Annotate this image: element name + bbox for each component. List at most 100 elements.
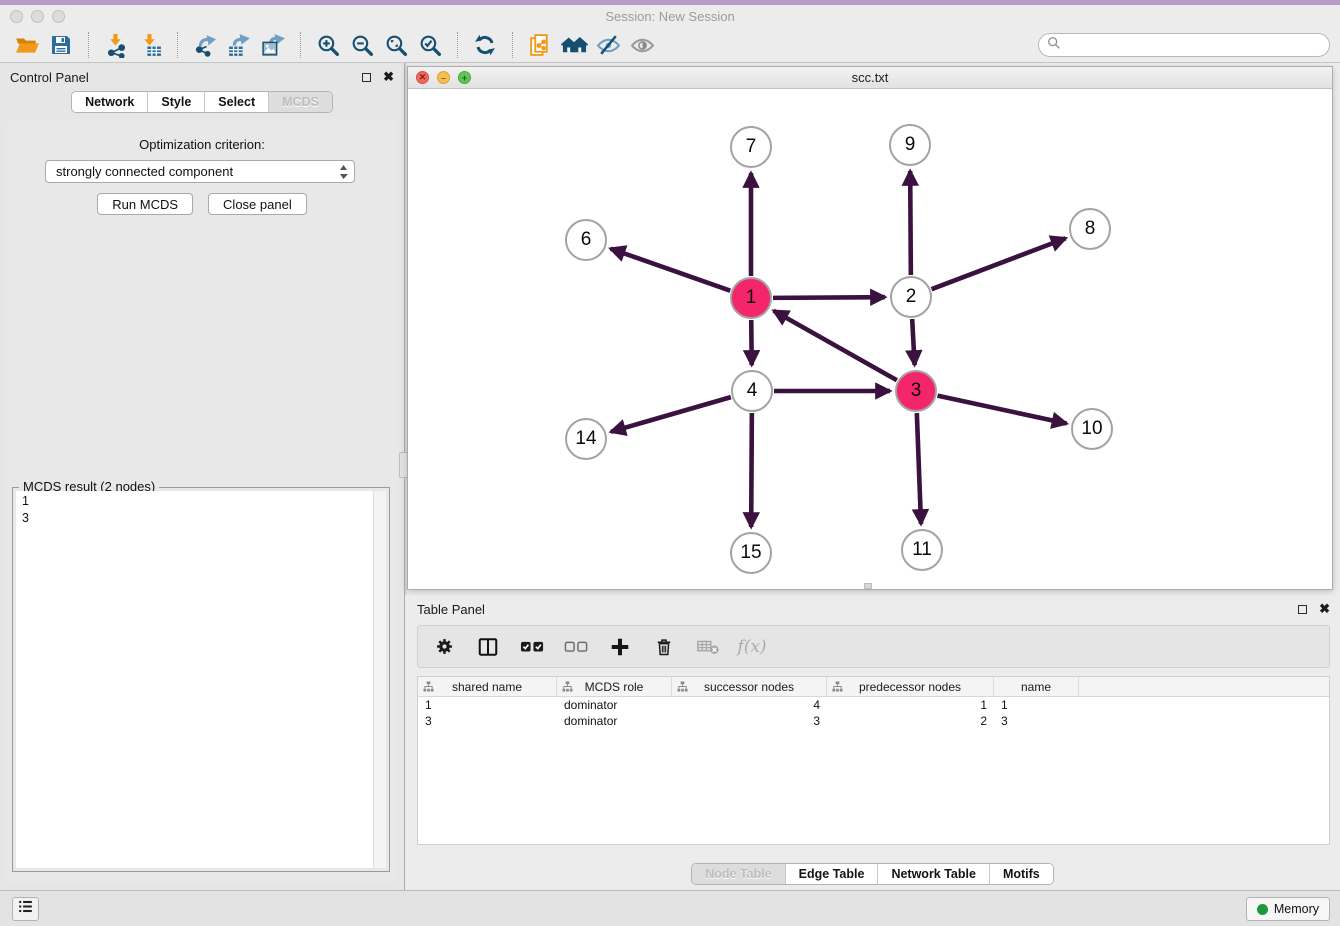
network-canvas[interactable]: 7 9 6 8 1 2 4 3 14 10 15 11 [408, 89, 1332, 589]
graph-node-15[interactable]: 15 [730, 532, 772, 574]
table-row[interactable]: 1dominator411 [418, 697, 1329, 713]
control-panel-title: Control Panel [10, 70, 89, 85]
edge-2-3[interactable] [912, 319, 914, 365]
table-cell[interactable]: 3 [994, 713, 1079, 729]
main-toolbar [0, 28, 1340, 63]
memory-button[interactable]: Memory [1246, 897, 1330, 921]
zoom-out-icon[interactable] [345, 30, 379, 60]
table-cell[interactable]: 1 [994, 697, 1079, 713]
criterion-dropdown[interactable]: strongly connected component [45, 160, 355, 183]
table-cell[interactable]: dominator [557, 713, 672, 729]
graph-node-6[interactable]: 6 [565, 219, 607, 261]
run-mcds-button[interactable]: Run MCDS [97, 193, 193, 215]
delete-table-icon[interactable] [694, 632, 722, 662]
column-header-shared-name[interactable]: shared name [418, 677, 557, 696]
export-image-icon[interactable] [256, 30, 290, 60]
gear-icon[interactable] [430, 632, 458, 662]
tab-edge-table[interactable]: Edge Table [785, 864, 878, 884]
graph-node-1[interactable]: 1 [730, 277, 772, 319]
edge-3-10[interactable] [938, 396, 1067, 424]
graph-node-11[interactable]: 11 [901, 529, 943, 571]
task-list-button[interactable] [12, 897, 39, 921]
save-floppy-icon[interactable] [44, 30, 78, 60]
close-panel-button[interactable]: Close panel [208, 193, 307, 215]
tab-node-table[interactable]: Node Table [692, 864, 784, 884]
table-panel: Table Panel ✖ f(x) shared nameMCDS roles… [405, 595, 1340, 890]
table-tabs: Node TableEdge TableNetwork TableMotifs [691, 863, 1054, 885]
canvas-resize-grip[interactable] [864, 583, 872, 589]
table-panel-title: Table Panel [417, 602, 485, 617]
column-header-MCDS-role[interactable]: MCDS role [557, 677, 672, 696]
optimization-label: Optimization criterion: [6, 137, 398, 152]
column-header-predecessor-nodes[interactable]: predecessor nodes [827, 677, 994, 696]
graph-node-10[interactable]: 10 [1071, 408, 1113, 450]
edge-1-2[interactable] [773, 297, 885, 298]
result-scrollbar[interactable] [373, 491, 386, 868]
status-bar: Memory [0, 890, 1340, 926]
control-panel: Control Panel ✖ NetworkStyleSelectMCDS O… [0, 63, 405, 890]
graph-node-2[interactable]: 2 [890, 276, 932, 318]
table-cell[interactable]: 2 [827, 713, 994, 729]
edge-4-15[interactable] [751, 413, 752, 527]
table-close-icon[interactable]: ✖ [1319, 601, 1330, 617]
open-folder-icon[interactable] [10, 30, 44, 60]
export-table-icon[interactable] [222, 30, 256, 60]
houses-icon[interactable] [557, 30, 591, 60]
table-cell[interactable]: 3 [672, 713, 827, 729]
zoom-fit-icon[interactable] [379, 30, 413, 60]
edge-2-9[interactable] [910, 171, 911, 275]
graph-node-7[interactable]: 7 [730, 126, 772, 168]
table-cell[interactable]: 4 [672, 697, 827, 713]
tab-mcds[interactable]: MCDS [268, 92, 332, 112]
tab-style[interactable]: Style [147, 92, 204, 112]
table-cell[interactable]: dominator [557, 697, 672, 713]
sort-tree-icon [423, 681, 434, 695]
zoom-in-icon[interactable] [311, 30, 345, 60]
function-icon[interactable]: f(x) [738, 632, 766, 662]
export-network-icon[interactable] [188, 30, 222, 60]
mcds-result-text[interactable]: 1 3 [16, 491, 373, 868]
import-network-icon[interactable] [99, 30, 133, 60]
graph-node-8[interactable]: 8 [1069, 208, 1111, 250]
edge-3-11[interactable] [917, 413, 921, 524]
close-panel-icon[interactable]: ✖ [383, 69, 394, 85]
list-icon [16, 897, 35, 921]
split-columns-icon[interactable] [474, 632, 502, 662]
trash-icon[interactable] [650, 632, 678, 662]
eye-icon[interactable] [625, 30, 659, 60]
table-cell[interactable]: 1 [418, 697, 557, 713]
tab-network-table[interactable]: Network Table [877, 864, 989, 884]
table-row[interactable]: 3dominator323 [418, 713, 1329, 729]
table-cell[interactable]: 3 [418, 713, 557, 729]
float-panel-icon[interactable] [362, 73, 371, 82]
column-header-successor-nodes[interactable]: successor nodes [672, 677, 827, 696]
graph-node-3[interactable]: 3 [895, 370, 937, 412]
tab-motifs[interactable]: Motifs [989, 864, 1053, 884]
tab-network[interactable]: Network [72, 92, 147, 112]
tab-select[interactable]: Select [204, 92, 268, 112]
import-table-icon[interactable] [133, 30, 167, 60]
graph-node-4[interactable]: 4 [731, 370, 773, 412]
clone-network-icon[interactable] [523, 30, 557, 60]
edge-4-14[interactable] [611, 397, 731, 432]
toolbar-separator [457, 32, 458, 58]
deselect-all-icon[interactable] [562, 632, 590, 662]
graph-node-14[interactable]: 14 [565, 418, 607, 460]
search-input[interactable] [1038, 33, 1330, 57]
edge-3-1[interactable] [774, 311, 897, 380]
column-header-name[interactable]: name [994, 677, 1079, 696]
criterion-value: strongly connected component [56, 164, 233, 179]
table-cell[interactable]: 1 [827, 697, 994, 713]
network-window: ✕ – + scc.txt 7968124314101511 [407, 66, 1333, 590]
plus-icon[interactable] [606, 632, 634, 662]
graph-node-9[interactable]: 9 [889, 124, 931, 166]
eye-slash-icon[interactable] [591, 30, 625, 60]
zoom-selected-icon[interactable] [413, 30, 447, 60]
table-float-icon[interactable] [1298, 605, 1307, 614]
edge-2-8[interactable] [932, 238, 1066, 289]
dropdown-stepper-icon [339, 164, 348, 183]
toolbar-separator [300, 32, 301, 58]
select-all-icon[interactable] [518, 632, 546, 662]
refresh-icon[interactable] [468, 30, 502, 60]
edge-1-6[interactable] [611, 249, 731, 291]
